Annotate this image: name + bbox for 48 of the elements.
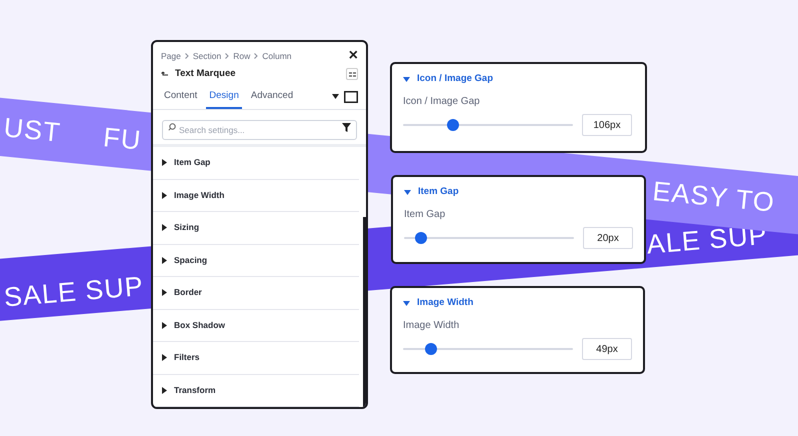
- desktop-view-icon[interactable]: [344, 90, 358, 103]
- value-field[interactable]: 106px: [582, 114, 632, 136]
- slider[interactable]: [404, 232, 574, 244]
- settings-section[interactable]: Border: [153, 277, 359, 310]
- sliders-icon: [348, 72, 356, 77]
- settings-section[interactable]: Item Gap: [153, 147, 359, 180]
- tab[interactable]: Content: [161, 84, 200, 109]
- marquee-text: FU: [100, 120, 144, 158]
- caret-down-icon[interactable]: [332, 94, 339, 100]
- slider[interactable]: [403, 119, 573, 131]
- field-label: Item Gap: [404, 208, 446, 222]
- tab[interactable]: Advanced: [248, 84, 296, 109]
- marquee-text: EASY TO: [650, 174, 778, 220]
- options-button[interactable]: [346, 68, 358, 80]
- chevron-right-icon: [184, 53, 189, 59]
- section-header[interactable]: Image Width: [403, 296, 632, 310]
- search-field[interactable]: Search settings...: [162, 120, 357, 140]
- settings-section[interactable]: Filters: [153, 342, 359, 374]
- breadcrumb-link[interactable]: Row: [233, 50, 250, 62]
- slider-thumb[interactable]: [415, 232, 428, 244]
- chevron-right-icon: [254, 53, 258, 59]
- value-field[interactable]: 49px: [582, 338, 632, 360]
- section-header[interactable]: Icon / Image Gap: [403, 72, 634, 86]
- search-icon: [168, 123, 176, 131]
- filter-icon[interactable]: [342, 122, 351, 132]
- slider-thumb[interactable]: [425, 343, 438, 355]
- settings-section[interactable]: Spacing: [153, 244, 359, 277]
- value-field[interactable]: 20px: [583, 227, 633, 249]
- settings-section[interactable]: Image Width: [153, 180, 359, 212]
- close-button[interactable]: ×: [348, 48, 358, 64]
- settings-section[interactable]: Transform: [153, 374, 359, 407]
- slider[interactable]: [403, 343, 573, 355]
- field-label: Icon / Image Gap: [403, 95, 481, 109]
- slider-thumb[interactable]: [447, 119, 460, 131]
- field-label: Image Width: [403, 319, 460, 333]
- back-arrow-icon[interactable]: [161, 70, 169, 78]
- element-title: Text Marquee: [175, 67, 236, 82]
- breadcrumb-link[interactable]: Section: [192, 50, 222, 62]
- scrollbar[interactable]: [363, 217, 366, 407]
- breadcrumb-link[interactable]: Page: [161, 50, 181, 62]
- marquee-text: UST: [1, 111, 64, 150]
- marquee-text: SALE SUP: [2, 270, 146, 314]
- breadcrumb-link[interactable]: Column: [262, 50, 292, 62]
- chevron-right-icon: [225, 53, 230, 59]
- settings-section[interactable]: Sizing: [153, 212, 359, 244]
- tab[interactable]: Design: [206, 84, 242, 109]
- settings-section[interactable]: Box Shadow: [153, 310, 359, 342]
- section-header[interactable]: Item Gap: [404, 185, 633, 199]
